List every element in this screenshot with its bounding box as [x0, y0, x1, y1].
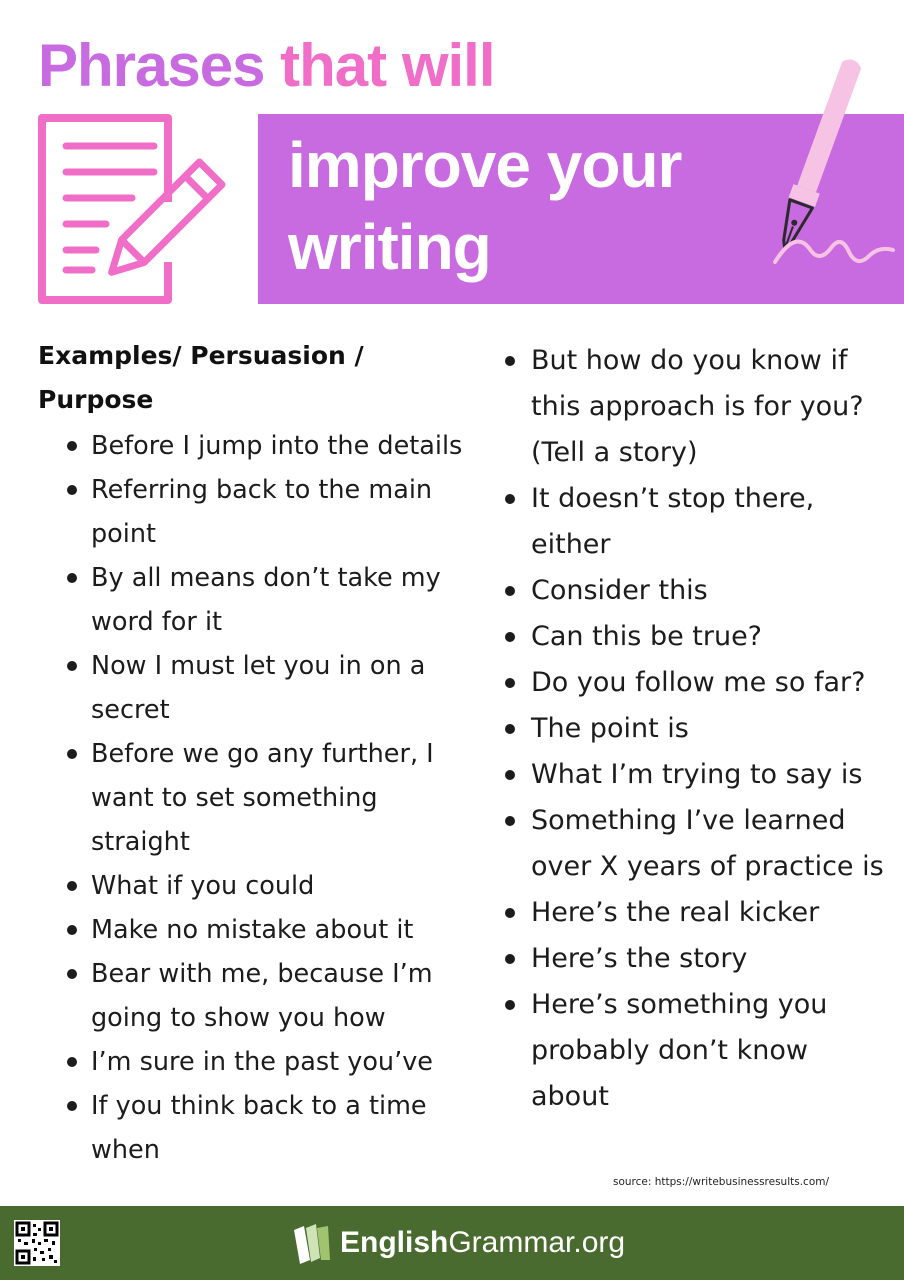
list-item: Before I jump into the details — [38, 424, 478, 468]
list-item: Here’s the real kicker — [500, 890, 890, 936]
list-item-text: Can this be true? — [531, 621, 763, 652]
list-item: Something I’ve learned over X years of p… — [500, 798, 890, 890]
bullet-icon — [67, 969, 77, 979]
list-item: What if you could — [38, 864, 478, 908]
list-item: Before we go any further, I want to set … — [38, 732, 478, 864]
bullet-icon — [505, 908, 515, 918]
bullet-icon — [505, 356, 515, 366]
list-item-text: What if you could — [91, 871, 315, 901]
heading-line-1: Examples/ Persuasion / — [38, 341, 364, 370]
bullet-icon — [505, 632, 515, 642]
list-item-text: Here’s the story — [531, 943, 748, 974]
bullet-icon — [505, 494, 515, 504]
footer-bar: EnglishGrammar.org — [0, 1206, 904, 1280]
list-item: Referring back to the main point — [38, 468, 478, 556]
list-item-text: Do you follow me so far? — [531, 667, 866, 698]
brand-name: EnglishGrammar.org — [340, 1226, 625, 1260]
title-word-phrases: Phrases — [38, 32, 265, 99]
banner-line-1: improve your — [288, 129, 682, 201]
list-item-text: By all means don’t take my word for it — [91, 563, 441, 637]
bullet-icon — [505, 586, 515, 596]
list-item-text: Before we go any further, I want to set … — [91, 739, 434, 857]
list-item: What I’m trying to say is — [500, 752, 890, 798]
list-item: Here’s the story — [500, 936, 890, 982]
list-item: By all means don’t take my word for it — [38, 556, 478, 644]
bullet-icon — [67, 749, 77, 759]
bullet-icon — [67, 881, 77, 891]
list-item: But how do you know if this approach is … — [500, 338, 890, 476]
banner-line-2: writing — [288, 211, 492, 283]
list-item-text: Something I’ve learned over X years of p… — [531, 805, 884, 882]
bullet-icon — [67, 1057, 77, 1067]
section-heading: Examples/ Persuasion / Purpose — [38, 334, 478, 422]
list-item: Can this be true? — [500, 614, 890, 660]
list-item-text: Consider this — [531, 575, 708, 606]
bullet-icon — [67, 1101, 77, 1111]
book-logo-icon — [294, 1224, 330, 1264]
list-item-text: Here’s the real kicker — [531, 897, 820, 928]
left-column: Examples/ Persuasion / Purpose Before I j… — [38, 334, 478, 1172]
list-item-text: Bear with me, because I’m going to show … — [91, 959, 433, 1033]
bullet-icon — [505, 770, 515, 780]
list-item-text: Make no mistake about it — [91, 915, 414, 945]
bullet-icon — [67, 925, 77, 935]
title-words-that-will: that will — [280, 32, 495, 99]
list-item: Do you follow me so far? — [500, 660, 890, 706]
list-item-text: I’m sure in the past you’ve — [91, 1047, 433, 1077]
list-item-text: If you think back to a time when — [91, 1091, 427, 1165]
heading-line-2: Purpose — [38, 385, 154, 414]
list-item: Here’s something you probably don’t know… — [500, 982, 890, 1120]
brand-logo[interactable]: EnglishGrammar.org — [290, 1220, 625, 1266]
list-item-text: But how do you know if this approach is … — [531, 345, 864, 468]
bullet-icon — [505, 816, 515, 826]
right-phrase-list: But how do you know if this approach is … — [500, 338, 890, 1120]
list-item: Bear with me, because I’m going to show … — [38, 952, 478, 1040]
list-item: The point is — [500, 706, 890, 752]
right-column: But how do you know if this approach is … — [500, 338, 890, 1120]
list-item-text: Now I must let you in on a secret — [91, 651, 426, 725]
list-item: If you think back to a time when — [38, 1084, 478, 1172]
list-item: Now I must let you in on a secret — [38, 644, 478, 732]
qr-code-icon[interactable] — [14, 1220, 60, 1266]
bullet-icon — [505, 1000, 515, 1010]
fountain-pen-icon — [773, 59, 895, 264]
document-pencil-icon — [38, 114, 226, 304]
list-item: It doesn’t stop there, either — [500, 476, 890, 568]
source-credit: source: https://writebusinessresults.com… — [613, 1176, 830, 1188]
brand-name-bold: English — [340, 1226, 449, 1259]
list-item-text: It doesn’t stop there, either — [531, 483, 815, 560]
list-item-text: What I’m trying to say is — [531, 759, 863, 790]
list-item: Consider this — [500, 568, 890, 614]
bullet-icon — [67, 485, 77, 495]
left-phrase-list: Before I jump into the details Referring… — [38, 424, 478, 1172]
bullet-icon — [505, 724, 515, 734]
banner-title: improve your writing — [288, 124, 682, 288]
list-item-text: Here’s something you probably don’t know… — [531, 989, 828, 1112]
bullet-icon — [67, 441, 77, 451]
list-item-text: The point is — [531, 713, 689, 744]
bullet-icon — [67, 573, 77, 583]
list-item-text: Referring back to the main point — [91, 475, 433, 549]
brand-name-regular: Grammar.org — [448, 1226, 626, 1259]
bullet-icon — [67, 661, 77, 671]
list-item: Make no mistake about it — [38, 908, 478, 952]
page-title: Phrases that will — [38, 30, 496, 102]
list-item-text: Before I jump into the details — [91, 431, 463, 461]
list-item: I’m sure in the past you’ve — [38, 1040, 478, 1084]
bullet-icon — [505, 954, 515, 964]
bullet-icon — [505, 678, 515, 688]
